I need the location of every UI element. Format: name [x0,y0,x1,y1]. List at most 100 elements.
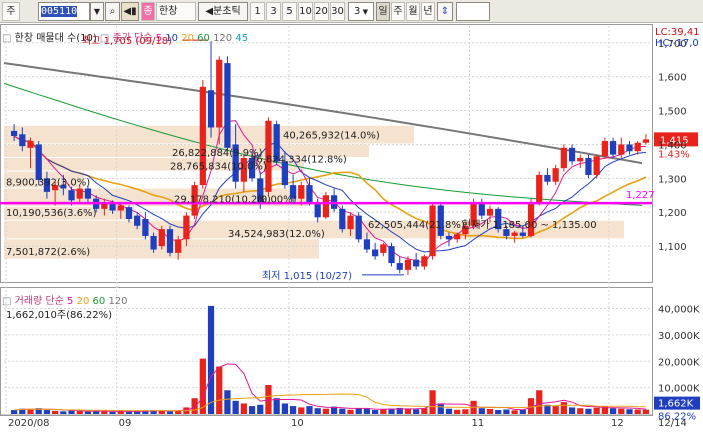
volume-bar [248,406,256,414]
candle-body [421,256,428,267]
stock-code-input[interactable]: 005110 [38,2,90,21]
count-select[interactable]: 3 ▼ [348,2,374,21]
timeframe-month[interactable]: 월 [406,2,420,21]
candle-body [380,244,387,253]
volume-profile-label: 62,505,444(21.8%) [368,220,465,231]
volume-profile-label: 10,190,536(3.6%) [6,208,97,219]
price-legend: □ 한창 매물대 수(10) □ 종가 단순 5 10 20 60 120 45 [2,29,248,44]
volume-bar [306,406,313,414]
period-10[interactable]: 10 [298,2,313,21]
chart-area[interactable]: 1,227 40,265,932(14.0%) 26,822,884(9.9%) 36… [0,24,703,436]
code-prefix[interactable]: 주 [2,2,20,21]
candle-body [601,141,608,157]
candle-body [544,174,551,182]
candlestick-chart[interactable]: 1,22740,265,932(14.0%)26,822,884(9.9%)36… [0,24,703,436]
x-axis-label: 12 [611,418,624,429]
volume-bar [618,408,625,414]
candle-body [609,141,617,155]
volume-tick-label: 10,000K [658,384,700,395]
value-input[interactable] [456,2,490,21]
volume-bar [363,408,371,414]
volume-bar [642,409,650,414]
ma5-legend: 5 [155,33,163,44]
toolbar: 주 005110 ▼ ⌕ ◀▮ 종 한창 ◀분초틱 1 3 5 10 20 30… [0,0,703,23]
volume-bar [486,408,494,414]
period-1[interactable]: 1 [250,2,265,21]
candle-body [552,168,559,182]
candle-body [585,158,592,175]
volume-bar [289,406,297,414]
candle-body [454,234,461,240]
company-name: 한창 [156,2,196,21]
price-tick-label: 1,100 [658,242,687,253]
candle-body [183,215,190,240]
candle-body [486,208,494,216]
volume-bar [445,408,453,414]
search-icon[interactable]: ⌕ [105,2,120,21]
candle-body [314,202,321,218]
volume-bar [216,366,223,414]
volume-bar [257,404,264,414]
volume-legend: □ 거래량 단순 5 20 60 120 [2,292,128,307]
timeframe-year[interactable]: 년 [421,2,435,21]
code-dropdown-icon[interactable]: ▼ [90,2,104,21]
candle-body [618,144,625,155]
hc-info: HC:-17,0 [655,38,699,49]
candle-body [363,239,371,250]
volume-bar [27,409,34,414]
candle-body [125,207,133,219]
volume-bar [60,411,67,414]
volume-bar [298,407,305,414]
candle-body [142,219,149,236]
box-annotation: 현재가 1,185.00 ~ 1,135.00 [462,219,597,231]
low-label: 최저 1,015 (10/27) [262,270,352,282]
profile-legend-icon: □ [2,33,12,44]
period-20[interactable]: 20 [314,2,329,21]
candle-body [27,141,34,148]
period-30[interactable]: 30 [330,2,345,21]
volume-badge: 1,662K [658,399,694,410]
ma-legend-label: 종가 단순 [112,33,153,44]
ma20-legend: 20 [181,33,194,44]
candle-body [642,139,650,143]
candle-body [76,188,83,199]
chevron-down-icon: ▼ [360,8,368,16]
timeframe-day[interactable]: 일 [376,2,390,21]
candle-body [339,208,346,230]
volume-tick-label: 40,000K [658,305,700,316]
candle-body [388,246,395,264]
volume-bar [232,400,239,414]
volume-bar [560,402,567,414]
speaker-icon[interactable]: ◀▮ [121,2,139,21]
candle-body [404,259,412,270]
candle-body [560,147,567,169]
timeframe-week[interactable]: 주 [391,2,405,21]
volume-bar [76,411,83,414]
volume-bar [43,410,51,414]
volume-bar [322,408,330,414]
candle-body [396,263,403,270]
candle-body [117,205,124,211]
volume-tick-label: 20,000K [658,357,700,368]
period-5[interactable]: 5 [282,2,297,21]
candle-body [593,156,600,175]
volume-profile-label: 8,900,392(3.0%) [6,178,90,189]
volume-bar [552,406,559,414]
candle-body [355,215,362,240]
period-3[interactable]: 3 [266,2,281,21]
candle-body [413,259,420,267]
candle-body [634,142,641,152]
candle-body [207,90,215,128]
volume-bar [109,411,116,414]
candle-body [84,188,92,199]
period-type-button[interactable]: ◀분초틱 [198,2,248,21]
volume-bar [380,409,387,414]
candle-body [68,190,75,201]
right-info: LC:39,41 HC:-17,0 [655,27,700,49]
hline-label: 1,227 [626,190,655,201]
candle-body [224,63,231,148]
up-down-arrow-icon[interactable]: ⇕ [437,2,453,21]
volume-bar [166,411,174,414]
volume-bar [84,411,92,414]
candle-body [150,235,157,250]
